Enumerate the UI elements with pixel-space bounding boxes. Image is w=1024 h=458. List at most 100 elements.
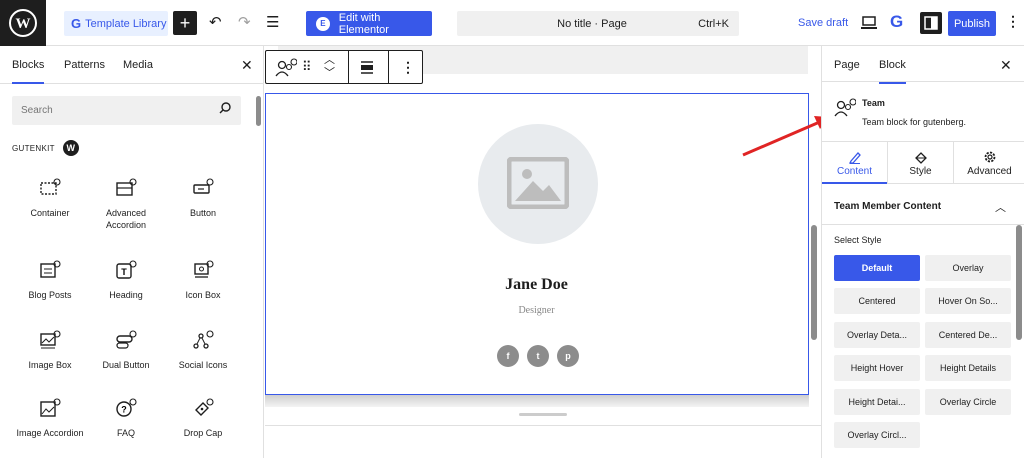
block-container[interactable]: Container [12, 178, 88, 219]
resize-handle[interactable] [519, 413, 567, 416]
close-icon[interactable]: ✕ [1000, 57, 1012, 74]
svg-text:T: T [121, 267, 127, 277]
block-icon-box[interactable]: Icon Box [165, 260, 241, 301]
elementor-icon: E [316, 16, 330, 31]
document-overview-icon[interactable]: ☰ [266, 13, 279, 31]
annotation-arrow-icon [742, 116, 829, 157]
close-icon[interactable]: ✕ [241, 57, 253, 74]
block-description: Team block for gutenberg. [862, 117, 967, 127]
pencil-icon [848, 152, 861, 164]
gutenkit-icon: G [71, 16, 82, 31]
top-toolbar: W G Template Library + ↶ ↷ ☰ E Edit with E… [0, 0, 1024, 46]
style-option[interactable]: Overlay Deta... [834, 322, 920, 348]
select-style-label: Select Style [834, 235, 882, 245]
canvas-shadow [265, 395, 809, 407]
template-library-button[interactable]: G Template Library [64, 11, 168, 36]
tab-media[interactable]: Media [123, 59, 153, 71]
dual-button-icon [116, 330, 137, 349]
block-toolbar: ⠿ ︿ ﹀ ⋮ [265, 50, 423, 84]
search-input[interactable]: Search [12, 96, 241, 125]
social-icons-icon [193, 330, 214, 349]
section-divider [822, 224, 1024, 225]
settings-panel: Page Block ✕ Team Team block for gutenbe… [821, 46, 1024, 458]
tab-style[interactable]: Style [887, 142, 953, 184]
style-option[interactable]: Centered De... [925, 322, 1011, 348]
block-heading[interactable]: T Heading [88, 260, 164, 301]
block-advanced-accordion[interactable]: Advanced Accordion [88, 178, 164, 231]
gutenkit-settings-icon[interactable]: G [890, 12, 903, 32]
preview-desktop-icon[interactable] [861, 16, 877, 30]
toolbar-divider [348, 51, 349, 83]
tab-patterns[interactable]: Patterns [64, 59, 105, 71]
twitter-icon[interactable]: t [527, 345, 549, 367]
settings-scrollbar[interactable] [1016, 225, 1022, 340]
icon-box-icon [194, 260, 214, 278]
add-block-button[interactable]: + [173, 11, 197, 35]
blog-posts-icon [40, 260, 61, 278]
image-placeholder-icon [507, 157, 569, 209]
heading-icon: T [116, 260, 137, 279]
edit-with-elementor-button[interactable]: E Edit with Elementor [306, 11, 432, 36]
gear-icon [984, 151, 995, 163]
wordpress-logo-icon[interactable]: W [0, 0, 46, 46]
publish-button[interactable]: Publish [948, 11, 996, 36]
button-icon [193, 178, 214, 194]
block-title: Team [862, 98, 885, 108]
style-option[interactable]: Overlay [925, 255, 1011, 281]
block-social-icons[interactable]: Social Icons [165, 330, 241, 371]
inserter-scrollbar[interactable] [256, 96, 261, 126]
member-avatar [478, 124, 598, 244]
paint-bucket-icon [914, 152, 927, 164]
save-draft-button[interactable]: Save draft [798, 17, 848, 29]
drag-handle-icon[interactable]: ⠿ [302, 59, 311, 75]
pinterest-icon[interactable]: p [557, 345, 579, 367]
block-blog-posts[interactable]: Blog Posts [12, 260, 88, 301]
move-up-down-icon[interactable]: ︿ ﹀ [324, 54, 335, 80]
member-role[interactable]: Designer [266, 305, 807, 316]
container-icon [40, 178, 61, 195]
section-title[interactable]: Team Member Content [834, 201, 941, 212]
style-option[interactable]: Height Detai... [834, 389, 920, 415]
tab-page[interactable]: Page [834, 59, 860, 71]
style-option[interactable]: Height Details [925, 355, 1011, 381]
document-bar[interactable]: No title · Page Ctrl+K [457, 11, 739, 36]
search-icon [219, 102, 231, 114]
block-subtabs: Content Style Advanced [822, 141, 1024, 184]
style-option[interactable]: Overlay Circl... [834, 422, 920, 448]
align-icon[interactable] [359, 60, 375, 74]
team-block-icon [834, 98, 856, 117]
team-block[interactable]: Jane Doe Designer f t p [265, 93, 809, 395]
block-dual-button[interactable]: Dual Button [88, 330, 164, 371]
redo-icon[interactable]: ↷ [238, 13, 251, 31]
tab-blocks[interactable]: Blocks [12, 59, 45, 84]
block-options-icon[interactable]: ⋮ [401, 59, 415, 76]
settings-sidebar-icon[interactable] [920, 12, 942, 34]
style-option[interactable]: Centered [834, 288, 920, 314]
inserter-tabs: Blocks Patterns Media ✕ [0, 46, 263, 84]
category-heading: GUTENKIT W [12, 140, 79, 156]
tab-block[interactable]: Block [879, 59, 906, 84]
block-button[interactable]: Button [165, 178, 241, 219]
style-option[interactable]: Default [834, 255, 920, 281]
block-image-box[interactable]: Image Box [12, 330, 88, 371]
chevron-up-icon[interactable]: ︿ [995, 199, 1006, 215]
style-option[interactable]: Height Hover [834, 355, 920, 381]
block-drop-cap[interactable]: Drop Cap [165, 398, 241, 439]
block-image-accordion[interactable]: Image Accordion [12, 398, 88, 439]
style-option[interactable]: Hover On So... [925, 288, 1011, 314]
undo-icon[interactable]: ↶ [209, 13, 222, 31]
toolbar-divider [388, 51, 389, 83]
image-box-icon [40, 330, 61, 349]
team-block-icon[interactable] [275, 58, 297, 78]
facebook-icon[interactable]: f [497, 345, 519, 367]
member-name[interactable]: Jane Doe [266, 276, 807, 294]
faq-icon: ? [116, 398, 137, 417]
tab-advanced[interactable]: Advanced [953, 142, 1024, 184]
tab-content[interactable]: Content [822, 142, 887, 184]
settings-tabs: Page Block ✕ [822, 46, 1024, 84]
canvas-scrollbar[interactable] [811, 225, 817, 340]
block-faq[interactable]: ? FAQ [88, 398, 164, 439]
style-option[interactable]: Overlay Circle [925, 389, 1011, 415]
wordpress-icon: W [62, 140, 79, 156]
options-menu-icon[interactable]: ⋮ [1006, 13, 1020, 30]
